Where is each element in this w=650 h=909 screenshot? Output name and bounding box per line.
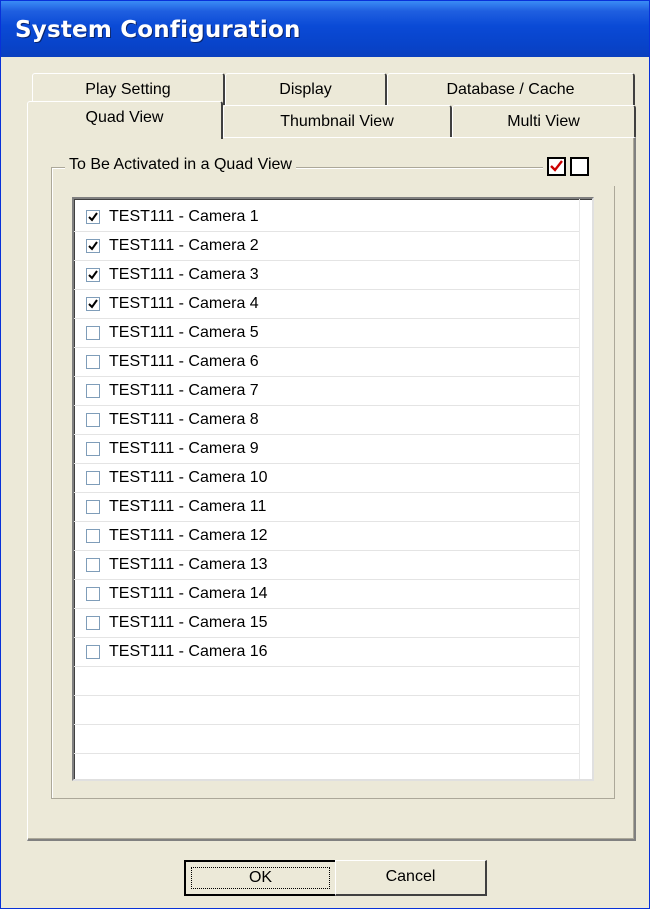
empty-list-row	[74, 696, 579, 725]
empty-list-row	[74, 754, 579, 779]
list-item[interactable]: TEST111 - Camera 10	[74, 464, 579, 493]
title-bar[interactable]: System Configuration	[1, 1, 649, 57]
camera-label: TEST111 - Camera 13	[109, 556, 268, 573]
tab-quad-view[interactable]: Quad View	[27, 101, 223, 139]
checkmark-icon	[88, 299, 98, 309]
cancel-button[interactable]: Cancel	[335, 860, 487, 896]
list-item[interactable]: TEST111 - Camera 16	[74, 638, 579, 667]
tab-label: Database / Cache	[446, 81, 575, 98]
list-item[interactable]: TEST111 - Camera 15	[74, 609, 579, 638]
empty-list-row	[74, 667, 579, 696]
camera-label: TEST111 - Camera 4	[109, 295, 259, 312]
camera-list[interactable]: TEST111 - Camera 1 TEST111 - Camera 2 TEST…	[72, 197, 594, 781]
list-item[interactable]: TEST111 - Camera 14	[74, 580, 579, 609]
checkmark-icon	[88, 241, 98, 251]
camera-checkbox[interactable]	[86, 587, 100, 601]
camera-checkbox[interactable]	[86, 268, 100, 282]
checkmark-icon	[88, 270, 98, 280]
window-title: System Configuration	[15, 17, 301, 43]
tab-label: Display	[279, 81, 332, 98]
check-all-icon[interactable]	[547, 157, 566, 176]
camera-checkbox[interactable]	[86, 500, 100, 514]
camera-label: TEST111 - Camera 9	[109, 440, 259, 457]
camera-checkbox[interactable]	[86, 384, 100, 398]
camera-label: TEST111 - Camera 7	[109, 382, 259, 399]
list-item[interactable]: TEST111 - Camera 8	[74, 406, 579, 435]
list-item[interactable]: TEST111 - Camera 9	[74, 435, 579, 464]
camera-label: TEST111 - Camera 10	[109, 469, 268, 486]
list-item[interactable]: TEST111 - Camera 7	[74, 377, 579, 406]
checkmark-icon	[88, 212, 98, 222]
camera-label: TEST111 - Camera 2	[109, 237, 259, 254]
camera-checkbox[interactable]	[86, 355, 100, 369]
list-item[interactable]: TEST111 - Camera 3	[74, 261, 579, 290]
tab-label: Quad View	[85, 109, 164, 126]
camera-label: TEST111 - Camera 5	[109, 324, 259, 341]
groupbox-tools	[543, 156, 615, 186]
list-item[interactable]: TEST111 - Camera 6	[74, 348, 579, 377]
tab-multi-view[interactable]: Multi View	[452, 105, 636, 137]
tab-thumbnail-view[interactable]: Thumbnail View	[223, 105, 452, 137]
system-configuration-dialog: System Configuration Play Setting Displa…	[0, 0, 650, 909]
camera-checkbox[interactable]	[86, 239, 100, 253]
camera-checkbox[interactable]	[86, 413, 100, 427]
tab-database-cache[interactable]: Database / Cache	[387, 73, 635, 105]
camera-label: TEST111 - Camera 1	[109, 208, 259, 225]
uncheck-all-icon[interactable]	[570, 157, 589, 176]
list-item[interactable]: TEST111 - Camera 4	[74, 290, 579, 319]
list-item[interactable]: TEST111 - Camera 2	[74, 232, 579, 261]
camera-checkbox[interactable]	[86, 442, 100, 456]
camera-label: TEST111 - Camera 8	[109, 411, 259, 428]
ok-label: OK	[248, 869, 273, 886]
tab-display[interactable]: Display	[225, 73, 387, 105]
list-item[interactable]: TEST111 - Camera 13	[74, 551, 579, 580]
tab-label: Play Setting	[85, 81, 171, 98]
camera-checkbox[interactable]	[86, 210, 100, 224]
list-item[interactable]: TEST111 - Camera 12	[74, 522, 579, 551]
empty-list-row	[74, 725, 579, 754]
camera-checkbox[interactable]	[86, 326, 100, 340]
list-item[interactable]: TEST111 - Camera 11	[74, 493, 579, 522]
ok-button[interactable]: OK	[184, 860, 337, 896]
column-divider	[579, 199, 580, 779]
checkmark-icon	[550, 160, 563, 172]
tab-label: Multi View	[507, 113, 580, 130]
camera-checkbox[interactable]	[86, 471, 100, 485]
camera-label: TEST111 - Camera 6	[109, 353, 259, 370]
camera-label: TEST111 - Camera 15	[109, 614, 268, 631]
camera-checkbox[interactable]	[86, 529, 100, 543]
camera-label: TEST111 - Camera 12	[109, 527, 268, 544]
cancel-label: Cancel	[385, 868, 436, 885]
groupbox-label: To Be Activated in a Quad View	[65, 156, 296, 174]
list-item[interactable]: TEST111 - Camera 1	[74, 203, 579, 232]
camera-checkbox[interactable]	[86, 558, 100, 572]
camera-checkbox[interactable]	[86, 645, 100, 659]
camera-label: TEST111 - Camera 3	[109, 266, 259, 283]
camera-checkbox[interactable]	[86, 616, 100, 630]
camera-label: TEST111 - Camera 14	[109, 585, 268, 602]
camera-label: TEST111 - Camera 11	[109, 498, 267, 515]
tab-label: Thumbnail View	[280, 113, 394, 130]
camera-label: TEST111 - Camera 16	[109, 643, 268, 660]
camera-checkbox[interactable]	[86, 297, 100, 311]
list-item[interactable]: TEST111 - Camera 5	[74, 319, 579, 348]
